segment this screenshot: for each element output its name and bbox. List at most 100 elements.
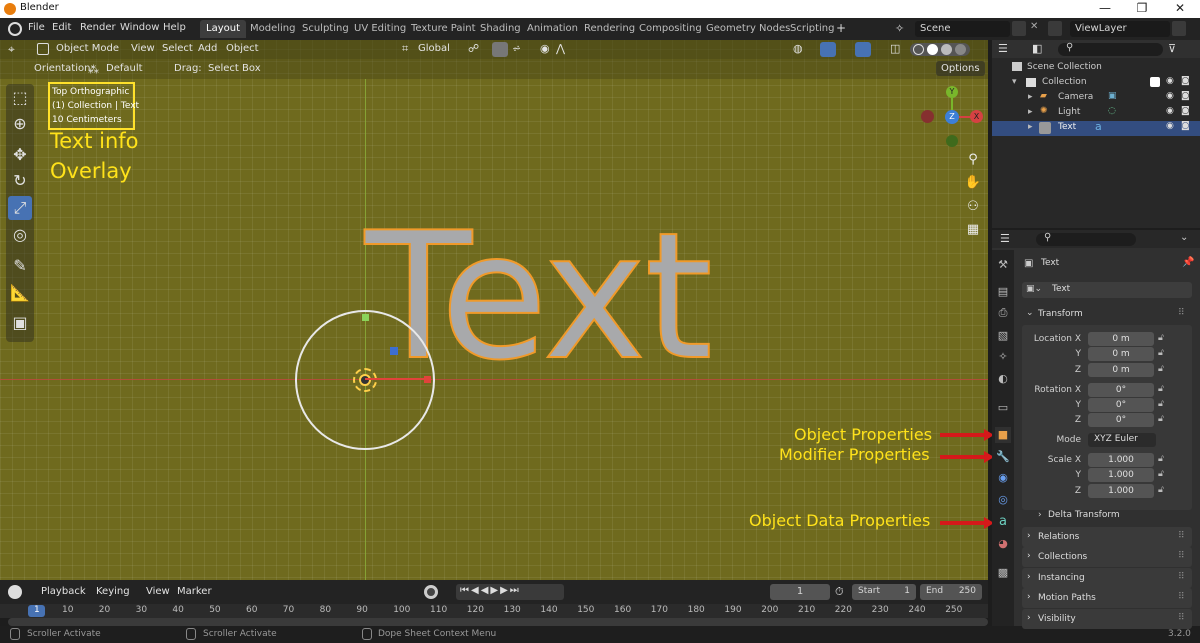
- physics-properties-tab-icon[interactable]: ◎: [995, 492, 1011, 508]
- gizmo-toggle-icon[interactable]: [820, 42, 836, 57]
- playback-controls[interactable]: ⏮◀◀▶▶⏭: [456, 584, 564, 600]
- lock-scale-z-icon[interactable]: 🔓︎: [1158, 485, 1164, 495]
- falloff-icon[interactable]: ⋀: [556, 42, 565, 55]
- camera-data-icon[interactable]: ▣: [1108, 91, 1117, 101]
- zoom-icon[interactable]: ⚲: [964, 152, 982, 170]
- keying-dropdown[interactable]: Keying: [96, 586, 130, 597]
- transform-tool-icon[interactable]: ◎: [8, 223, 32, 247]
- collection-checkbox[interactable]: [1150, 77, 1160, 87]
- minimize-button[interactable]: —: [1085, 1, 1125, 15]
- end-frame-field[interactable]: End 250: [920, 584, 982, 600]
- lock-scale-x-icon[interactable]: 🔓︎: [1158, 454, 1164, 464]
- panel-collections[interactable]: › Collections ⠿: [1022, 547, 1192, 567]
- nav-gizmo-neg-y[interactable]: [946, 135, 958, 147]
- scale-tool-icon[interactable]: ⤢: [8, 196, 32, 220]
- xray-icon[interactable]: ◫: [890, 42, 900, 55]
- viewlayer-icon[interactable]: [1048, 21, 1062, 36]
- rotation-y-field[interactable]: 0°: [1088, 398, 1154, 412]
- timeline-editor-icon[interactable]: [8, 585, 22, 599]
- object-name-field[interactable]: ▣⌄ Text: [1022, 282, 1192, 298]
- tab-compositing[interactable]: Compositing: [633, 20, 708, 38]
- gizmo-x-handle[interactable]: [424, 376, 431, 383]
- scene-icon[interactable]: ✧: [895, 22, 909, 35]
- orientation-dropdown[interactable]: Default: [106, 63, 143, 74]
- solid-shading-icon[interactable]: [927, 44, 938, 55]
- delta-transform-expand-icon[interactable]: ›: [1038, 510, 1042, 520]
- timeline-view-menu[interactable]: View: [146, 586, 170, 597]
- cursor-tool-icon[interactable]: ⊕: [8, 112, 32, 136]
- menu-view[interactable]: View: [131, 43, 155, 54]
- editor-type-icon[interactable]: ⌖: [8, 42, 15, 57]
- texture-properties-tab-icon[interactable]: ▩: [995, 565, 1011, 581]
- expand-text-icon[interactable]: ▸: [1028, 122, 1033, 132]
- snap-icon[interactable]: [492, 42, 508, 57]
- playback-dropdown[interactable]: Playback: [41, 586, 86, 597]
- camera-view-icon[interactable]: ⚇: [964, 199, 982, 217]
- tab-modeling[interactable]: Modeling: [244, 20, 302, 38]
- rotation-z-field[interactable]: 0°: [1088, 413, 1154, 427]
- menu-window[interactable]: Window: [120, 22, 159, 33]
- material-shading-icon[interactable]: [941, 44, 952, 55]
- lock-location-y-icon[interactable]: 🔓︎: [1158, 348, 1164, 358]
- pin-icon[interactable]: 📌: [1182, 257, 1194, 268]
- text-data-icon[interactable]: a: [1095, 120, 1102, 133]
- scale-y-field[interactable]: 1.000: [1088, 468, 1154, 482]
- output-properties-tab-icon[interactable]: ⎙: [995, 305, 1011, 321]
- tab-uv-editing[interactable]: UV Editing: [348, 20, 412, 38]
- annotate-tool-icon[interactable]: ✎: [8, 254, 32, 278]
- outliner-row-collection[interactable]: ▾ Collection ◉ ◙: [992, 76, 1200, 91]
- options-dropdown[interactable]: Options: [936, 61, 985, 76]
- text-render-icon[interactable]: ◙: [1181, 121, 1190, 131]
- menu-add[interactable]: Add: [198, 43, 217, 54]
- ortho-grid-icon[interactable]: ▦: [964, 222, 982, 240]
- maximize-button[interactable]: ❐: [1122, 1, 1162, 15]
- tab-animation[interactable]: Animation: [521, 20, 584, 38]
- start-frame-field[interactable]: Start 1: [852, 584, 916, 600]
- tab-texture-paint[interactable]: Texture Paint: [405, 20, 482, 38]
- menu-edit[interactable]: Edit: [52, 22, 71, 33]
- outliner-row-light[interactable]: ▸ ✺ Light ◌ ◉ ◙: [992, 106, 1200, 121]
- rotate-tool-icon[interactable]: ↻: [8, 169, 32, 193]
- rotation-x-field[interactable]: 0°: [1088, 383, 1154, 397]
- properties-options-icon[interactable]: ⌄: [1180, 232, 1188, 243]
- location-y-field[interactable]: 0 m: [1088, 347, 1154, 361]
- gizmo-plane-handle[interactable]: [390, 347, 398, 355]
- tab-layout[interactable]: Layout: [200, 20, 246, 38]
- light-render-icon[interactable]: ◙: [1181, 106, 1190, 116]
- material-properties-tab-icon[interactable]: ◕: [995, 536, 1011, 552]
- menu-file[interactable]: File: [28, 22, 45, 33]
- close-button[interactable]: ✕: [1160, 1, 1200, 15]
- pan-hand-icon[interactable]: ✋: [964, 175, 982, 193]
- new-viewlayer-icon[interactable]: [1172, 21, 1186, 36]
- outliner-search-input[interactable]: [1058, 43, 1163, 56]
- panel-drag-icon[interactable]: ⠿: [1178, 531, 1185, 541]
- tab-rendering[interactable]: Rendering: [578, 20, 641, 38]
- light-data-icon[interactable]: ◌: [1108, 106, 1116, 116]
- nav-gizmo-z[interactable]: Z: [945, 110, 959, 124]
- panel-drag-icon[interactable]: ⠿: [1178, 551, 1185, 561]
- viewlayer-field[interactable]: ViewLayer: [1070, 21, 1170, 37]
- expand-camera-icon[interactable]: ▸: [1028, 92, 1033, 102]
- visibility-icon[interactable]: ◍: [793, 42, 803, 55]
- transform-orientation-dropdown[interactable]: Global: [418, 43, 450, 54]
- panel-relations[interactable]: › Relations ⠿: [1022, 527, 1192, 547]
- collection-eye-icon[interactable]: ◉: [1166, 76, 1174, 86]
- wireframe-shading-icon[interactable]: [913, 44, 924, 55]
- collection-render-icon[interactable]: ◙: [1181, 76, 1190, 86]
- timeline-scrollbar[interactable]: [8, 618, 988, 626]
- menu-select[interactable]: Select: [162, 43, 193, 54]
- nav-gizmo-x[interactable]: X: [970, 110, 983, 123]
- object-mode-dropdown[interactable]: Object Mode: [56, 43, 119, 54]
- menu-render[interactable]: Render: [80, 22, 116, 33]
- tool-properties-tab-icon[interactable]: ⚒: [995, 257, 1011, 273]
- properties-editor-icon[interactable]: ☰: [1000, 232, 1010, 245]
- measure-tool-icon[interactable]: 📐: [8, 281, 32, 305]
- modifier-properties-tab-icon[interactable]: 🔧: [995, 449, 1011, 465]
- location-x-field[interactable]: 0 m: [1088, 332, 1154, 346]
- scene-field[interactable]: Scene: [915, 21, 1010, 37]
- filter-icon[interactable]: ⊽: [1168, 42, 1176, 55]
- object-properties-tab-icon[interactable]: ■: [995, 427, 1011, 443]
- outliner-row-text[interactable]: ▸ Text a ◉ ◙: [992, 120, 1200, 136]
- particles-properties-tab-icon[interactable]: ◉: [995, 470, 1011, 486]
- menu-help[interactable]: Help: [163, 22, 186, 33]
